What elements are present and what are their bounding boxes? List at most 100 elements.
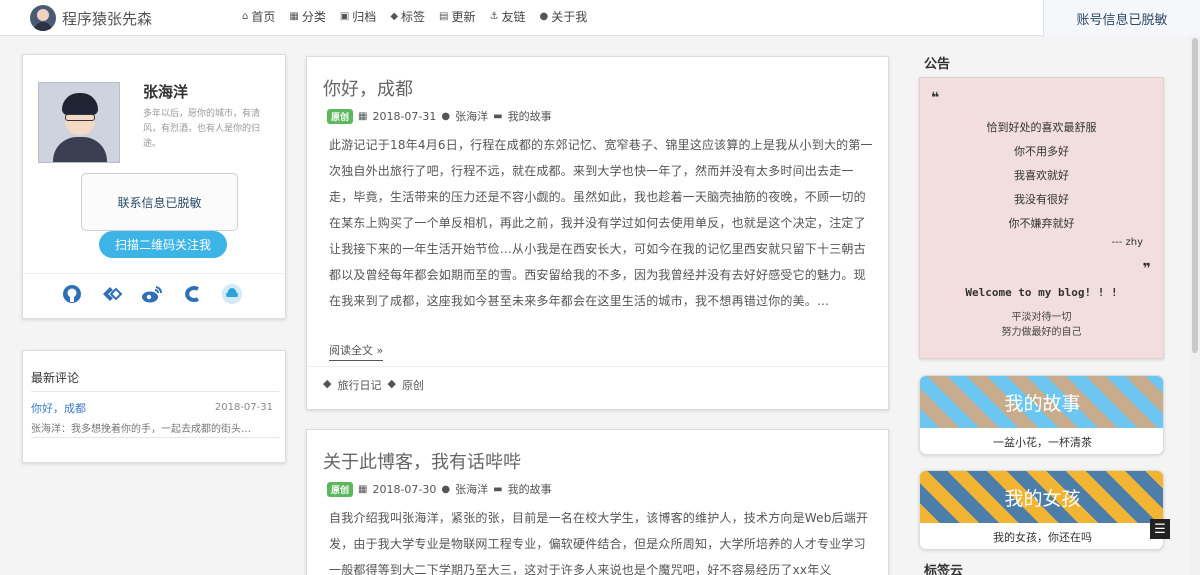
- post-excerpt: 自我介绍我叫张海洋，紧张的张，目前是一名在校大学生，该博客的维护人，技术方向是W…: [329, 511, 869, 575]
- feature-card-story[interactable]: 我的故事 一盆小花，一杯清茶: [919, 375, 1164, 455]
- post-card: 关于此博客，我有话哔哔 原创 ▦ 2018-07-30 ● 张海洋 ▬ 我的故事…: [306, 429, 889, 575]
- notice-quote: 恰到好处的喜欢最舒服 你不用多好 我喜欢就好 我没有很好 你不嫌弃就好: [920, 116, 1163, 236]
- nav-label: 标签: [401, 10, 426, 24]
- cloud-icon[interactable]: [221, 283, 243, 305]
- divider: [31, 437, 279, 438]
- user-icon: ●: [441, 483, 451, 495]
- tags-icon: ◆: [390, 11, 399, 22]
- profile-card: 张海洋 多年以后，愿你的城市，有清风，有烈酒，也有人是你的归途。 联系信息已脱敏…: [22, 54, 286, 319]
- nav-label: 关于我: [551, 10, 588, 24]
- calendar-icon: ▦: [358, 110, 368, 122]
- csdn-icon[interactable]: [181, 283, 203, 305]
- user-icon: ●: [539, 11, 549, 22]
- divider: [23, 273, 285, 274]
- motto-line: 努力做最好的自己: [1001, 327, 1082, 338]
- gitee-icon[interactable]: [101, 283, 123, 305]
- nav-label: 首页: [251, 10, 276, 24]
- post-tag[interactable]: 原创: [402, 377, 424, 393]
- quote-line: 我喜欢就好: [1014, 169, 1069, 182]
- comment-date: 2018-07-31: [214, 402, 273, 413]
- anchor-icon: ⚓: [489, 11, 499, 22]
- nav-item-archive[interactable]: ▣ 归档: [340, 8, 376, 25]
- post-tag[interactable]: 旅行日记: [337, 377, 381, 393]
- post-category[interactable]: 我的故事: [508, 108, 552, 124]
- quote-line: 恰到好处的喜欢最舒服: [986, 121, 1097, 134]
- read-more-link[interactable]: 阅读全文 »: [329, 342, 384, 361]
- tagcloud-heading: 标签云: [924, 564, 964, 575]
- quote-close-icon: ❞: [1142, 261, 1151, 277]
- folder-icon: ▬: [493, 110, 503, 122]
- quote-line: 你不用多好: [1014, 145, 1069, 158]
- feature-title: 我的女孩: [920, 471, 1163, 523]
- nav-item-links[interactable]: ⚓ 友链: [490, 8, 526, 25]
- avatar: [30, 5, 56, 31]
- nav-label: 归档: [352, 10, 377, 24]
- nav-label: 更新: [451, 10, 476, 24]
- divider: [31, 391, 279, 392]
- nav-label: 友链: [501, 10, 526, 24]
- scrollbar-thumb[interactable]: [1192, 38, 1198, 353]
- nav-item-tags[interactable]: ◆ 标签: [390, 8, 425, 25]
- notice-heading: 公告: [924, 57, 951, 72]
- motto-line: 平淡对待一切: [1011, 312, 1072, 323]
- recent-comments-title: 最新评论: [31, 371, 80, 385]
- post-card: 你好，成都 原创 ▦ 2018-07-31 ● 张海洋 ▬ 我的故事 此游记记于…: [306, 56, 889, 410]
- user-icon: ●: [441, 110, 451, 122]
- comment-post-link[interactable]: 你好，成都: [31, 400, 86, 416]
- welcome-text: Welcome to my blog! ! !: [965, 286, 1118, 299]
- top-navbar: 程序猿张先森 ⌂ 首页 ▦ 分类 ▣ 归档 ◆ 标签 ▤ 更新 ⚓ 友链 ● 关…: [0, 0, 1200, 36]
- nav-item-about[interactable]: ● 关于我: [539, 8, 587, 25]
- archive-icon: ▣: [339, 11, 350, 22]
- post-date: 2018-07-30: [372, 482, 437, 496]
- comment-text[interactable]: 张海洋：我多想挽着你的手，一起去成都的街头…: [31, 420, 277, 435]
- post-title[interactable]: 关于此博客，我有话哔哔: [323, 448, 521, 474]
- tag-icon: ◆: [323, 377, 332, 390]
- quote-author: --- zhy: [1111, 237, 1143, 248]
- github-icon[interactable]: [61, 283, 83, 305]
- post-excerpt: 此游记记于18年4月6日，行程在成都的东郊记忆、宽窄巷子、锦里这应该算的上是我从…: [329, 138, 873, 308]
- tag-icon: ◆: [387, 377, 396, 390]
- feature-card-girl[interactable]: 我的女孩 我的女孩，你还在吗: [919, 470, 1164, 550]
- notice-card: ❝ 恰到好处的喜欢最舒服 你不用多好 我喜欢就好 我没有很好 你不嫌弃就好 --…: [919, 77, 1164, 359]
- nav-label: 分类: [301, 10, 326, 24]
- calendar-plus-icon: ▤: [439, 11, 449, 22]
- nav-item-updates[interactable]: ▤ 更新: [439, 8, 475, 25]
- contact-info: 联系信息已脱敏: [81, 173, 238, 231]
- quote-line: 我没有很好: [1014, 193, 1069, 206]
- calendar-icon: ▦: [358, 483, 368, 495]
- post-title[interactable]: 你好，成都: [323, 75, 413, 101]
- folder-icon: ▬: [493, 483, 503, 495]
- menu-toggle-icon[interactable]: ☰: [1150, 519, 1170, 539]
- feature-subtitle: 一盆小花，一杯清茶: [993, 436, 1092, 449]
- feature-subtitle: 我的女孩，你还在吗: [993, 531, 1092, 544]
- motto: 平淡对待一切 努力做最好的自己: [920, 310, 1163, 340]
- recent-comments-card: 最新评论 你好，成都 2018-07-31 张海洋：我多想挽着你的手，一起去成都…: [22, 350, 286, 463]
- grid-icon: ▦: [289, 11, 299, 22]
- home-icon: ⌂: [242, 11, 249, 22]
- quote-line: 你不嫌弃就好: [1008, 217, 1075, 230]
- site-title[interactable]: 程序猿张先森: [62, 8, 152, 29]
- profile-bio: 多年以后，愿你的城市，有清风，有烈酒，也有人是你的归途。: [143, 109, 261, 149]
- post-meta: 原创 ▦ 2018-07-30 ● 张海洋 ▬ 我的故事: [327, 481, 552, 497]
- main-nav: ⌂ 首页 ▦ 分类 ▣ 归档 ◆ 标签 ▤ 更新 ⚓ 友链 ● 关于我: [242, 8, 587, 25]
- post-date: 2018-07-31: [372, 109, 437, 123]
- original-badge: 原创: [327, 481, 354, 497]
- nav-item-home[interactable]: ⌂ 首页: [242, 8, 275, 25]
- account-info[interactable]: 账号信息已脱敏: [1043, 0, 1200, 36]
- brand[interactable]: 程序猿张先森: [30, 4, 152, 32]
- feature-title: 我的故事: [920, 376, 1163, 428]
- profile-portrait: [38, 82, 120, 163]
- quote-open-icon: ❝: [931, 90, 940, 106]
- profile-name: 张海洋: [143, 83, 189, 101]
- post-author[interactable]: 张海洋: [455, 481, 488, 497]
- divider: [307, 366, 888, 367]
- post-tags: ◆ 旅行日记 ◆ 原创: [323, 377, 424, 393]
- nav-item-categories[interactable]: ▦ 分类: [289, 8, 325, 25]
- social-links: [61, 283, 243, 305]
- post-author[interactable]: 张海洋: [455, 108, 488, 124]
- post-category[interactable]: 我的故事: [508, 481, 552, 497]
- qr-follow-button[interactable]: 扫描二维码关注我: [99, 231, 227, 258]
- post-meta: 原创 ▦ 2018-07-31 ● 张海洋 ▬ 我的故事: [327, 108, 552, 124]
- weibo-icon[interactable]: [141, 283, 163, 305]
- original-badge: 原创: [327, 108, 354, 124]
